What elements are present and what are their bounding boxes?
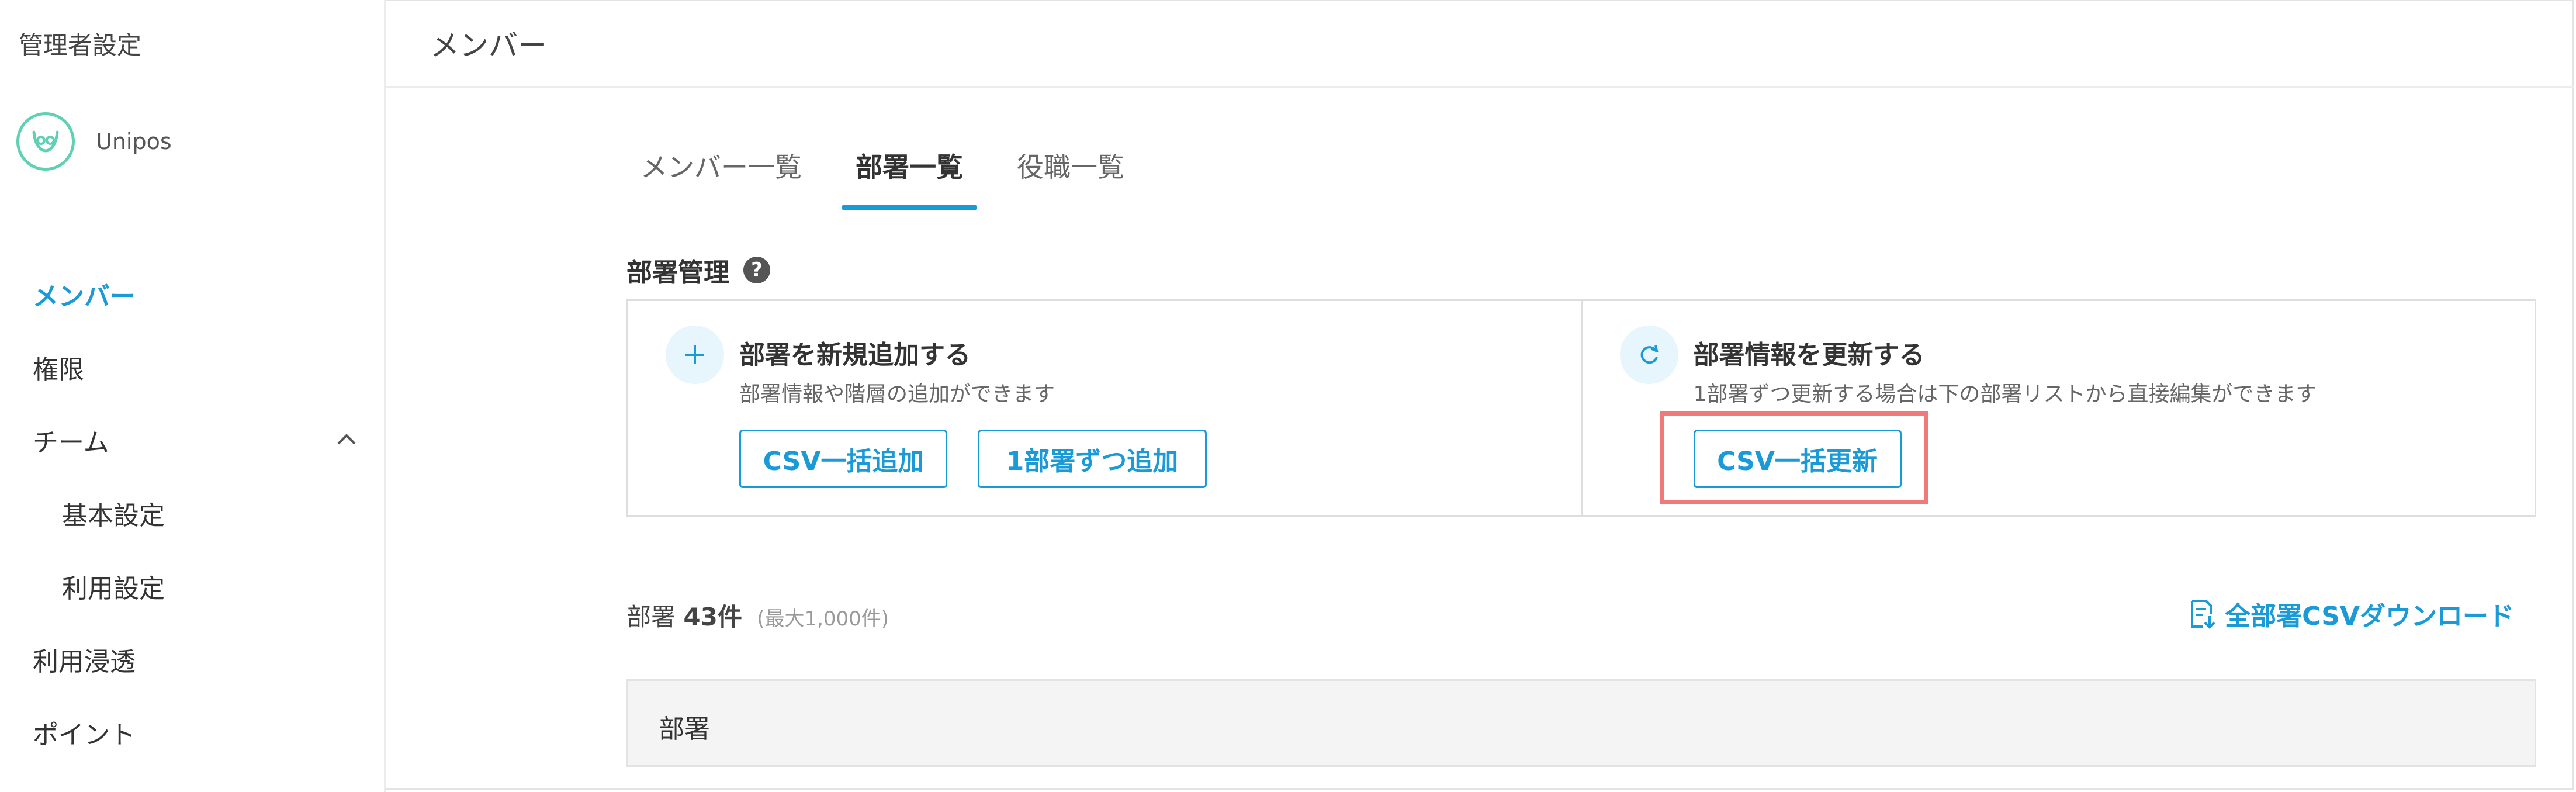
add-card-title: 部署を新規追加する	[739, 340, 971, 370]
csv-bulk-add-button[interactable]: CSV一括追加	[739, 430, 947, 488]
plus-icon	[666, 326, 724, 384]
section-title: 部署管理 ?	[626, 251, 770, 289]
department-management-cards: 部署を新規追加する 部署情報や階層の追加ができます CSV一括追加 1部署ずつ追…	[626, 299, 2536, 517]
sidebar-item-members[interactable]: メンバー	[0, 257, 384, 330]
update-department-card: 部署情報を更新する 1部署ずつ更新する場合は下の部署リストから直接編集ができます…	[1580, 301, 2535, 515]
sidebar-item-basic-settings[interactable]: 基本設定	[0, 476, 384, 549]
tab-position-list[interactable]: 役職一覧	[1003, 129, 1138, 210]
sidebar-item-points[interactable]: ポイント	[0, 696, 384, 769]
sidebar-item-label: チーム	[33, 427, 109, 458]
section-title-text: 部署管理	[626, 258, 729, 288]
add-single-department-button[interactable]: 1部署ずつ追加	[978, 430, 1207, 488]
sidebar-item-label: 利用浸透	[33, 646, 136, 677]
sidebar-title: 管理者設定	[19, 31, 142, 60]
download-icon	[2191, 600, 2215, 629]
count-label: 部署	[626, 603, 676, 631]
update-card-description: 1部署ずつ更新する場合は下の部署リストから直接編集ができます	[1693, 382, 2317, 406]
download-all-csv-link[interactable]: 全部署CSVダウンロード	[2190, 595, 2514, 632]
unipos-logo-icon	[32, 130, 59, 153]
sidebar-item-label: メンバー	[33, 281, 136, 312]
sidebar-item-adoption[interactable]: 利用浸透	[0, 622, 384, 696]
chevron-up-icon[interactable]	[335, 428, 358, 451]
csv-bulk-update-button[interactable]: CSV一括更新	[1693, 430, 1902, 488]
sidebar-item-label: 基本設定	[62, 500, 165, 531]
add-card-description: 部署情報や階層の追加ができます	[739, 382, 1055, 406]
page-header: メンバー	[386, 0, 2574, 88]
count-max: (最大1,000件)	[757, 607, 889, 631]
sidebar-item-label: ポイント	[33, 720, 136, 750]
department-count: 部署 43件 (最大1,000件)	[626, 597, 889, 633]
count-value: 43件	[683, 603, 742, 631]
sidebar-item-permissions[interactable]: 権限	[0, 330, 384, 403]
unipos-logo	[16, 112, 75, 171]
refresh-icon	[1619, 326, 1678, 384]
column-header-department: 部署	[659, 714, 710, 744]
org-switcher[interactable]: Unipos	[16, 112, 172, 171]
download-link-label: 全部署CSVダウンロード	[2225, 601, 2514, 631]
sidebar-item-label: 権限	[33, 354, 84, 385]
sidebar-item-label: 利用設定	[62, 573, 165, 604]
page-title: メンバー	[430, 29, 547, 63]
sidebar-item-team[interactable]: チーム	[0, 403, 384, 476]
tab-department-list[interactable]: 部署一覧	[842, 129, 977, 210]
help-icon[interactable]: ?	[743, 257, 770, 283]
add-department-card: 部署を新規追加する 部署情報や階層の追加ができます CSV一括追加 1部署ずつ追…	[628, 301, 1581, 515]
org-name: Unipos	[96, 129, 172, 154]
sidebar-nav: メンバー 権限 チーム 基本設定 利用設定 利用浸透 ポイント	[0, 257, 384, 769]
tab-member-list[interactable]: メンバー一覧	[626, 129, 816, 210]
department-table-header: 部署	[626, 679, 2536, 767]
sidebar-item-usage-settings[interactable]: 利用設定	[0, 549, 384, 622]
sidebar: 管理者設定 Unipos メンバー 権限 チーム 基本設定 利用設定 利用浸透 …	[0, 0, 386, 792]
tab-bar: メンバー一覧 部署一覧 役職一覧	[626, 129, 1164, 210]
update-card-title: 部署情報を更新する	[1693, 340, 1925, 370]
